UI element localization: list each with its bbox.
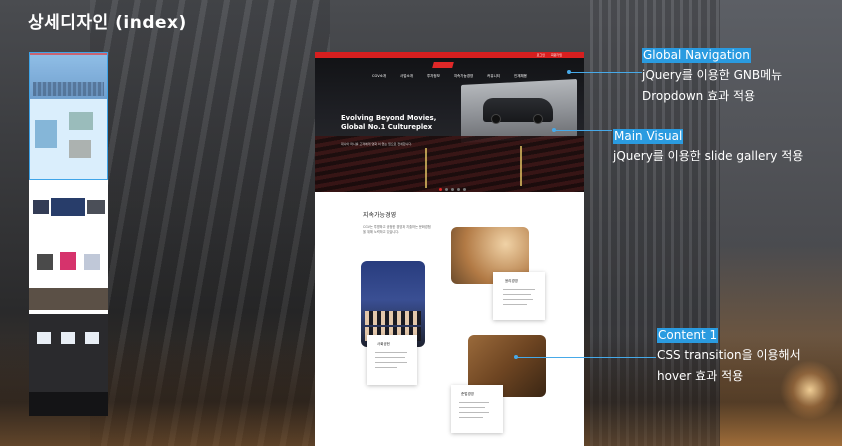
section-description: CGV는 투명하고 공정한 경영과 지출하는 문화경험을 위해 노력하고 있습니… [363,225,431,234]
annotation-content-text: CSS transition을 이용해서 hover 효과 적용 [657,348,801,383]
ethics-card[interactable]: 윤리경영 [493,272,545,320]
annotation-connector [570,72,642,73]
slide-dot[interactable] [463,188,466,191]
hero-subtitle: 대나아 머니를 고객에게 영화 이 없는 입으로 전세합니다. [341,142,413,146]
page-title: 상세디자인 (index) [28,13,187,33]
slide-pagination [439,188,466,191]
global-navigation: CGV소개 사업소개 투자정보 지속가능경영 커뮤니티 인재채용 [315,74,584,79]
gnb-item-community[interactable]: 커뮤니티 [487,74,500,79]
gnb-item-investor[interactable]: 투자정보 [427,74,440,79]
slide-dot[interactable] [439,188,442,191]
annotation-gnb-text: jQuery를 이용한 GNB메뉴 Dropdown 효과 적용 [642,68,783,103]
gnb-item-careers[interactable]: 인재채용 [514,74,527,79]
hero-title: Evolving Beyond Movies, Global No.1 Cult… [341,114,437,131]
gnb-item-sustainability[interactable]: 지속가능경영 [454,74,473,79]
slide-dot[interactable] [445,188,448,191]
annotation-gnb-title: Global Navigation [642,48,751,63]
compliance-card[interactable]: 준법경영 [451,385,503,433]
slide-dot[interactable] [457,188,460,191]
slide-dot[interactable] [451,188,454,191]
thumbnail-footer [29,392,108,416]
car-image [483,98,553,124]
cgv-logo[interactable] [432,62,454,68]
full-page-thumbnail [29,52,108,416]
annotation-main-visual-title: Main Visual [613,129,684,144]
gnb-item-about[interactable]: CGV소개 [372,74,386,79]
page-mockup: 로그인 회원가입 CGV소개 사업소개 투자정보 지속가능경영 커뮤니티 인재채… [315,52,584,446]
gnb-item-business[interactable]: 사업소개 [400,74,413,79]
annotation-connector [555,130,612,131]
annotation-connector [517,357,656,358]
annotation-main-visual-text: jQuery를 이용한 slide gallery 적용 [613,149,804,163]
annotation-content-title: Content 1 [657,328,719,343]
main-visual: CGV소개 사업소개 투자정보 지속가능경영 커뮤니티 인재채용 Evolvin… [315,58,584,192]
thumbnail-current-section [29,52,108,180]
section-title: 지속가능경영 [363,212,397,219]
social-contribution-card[interactable]: 사회공헌 [367,335,417,385]
